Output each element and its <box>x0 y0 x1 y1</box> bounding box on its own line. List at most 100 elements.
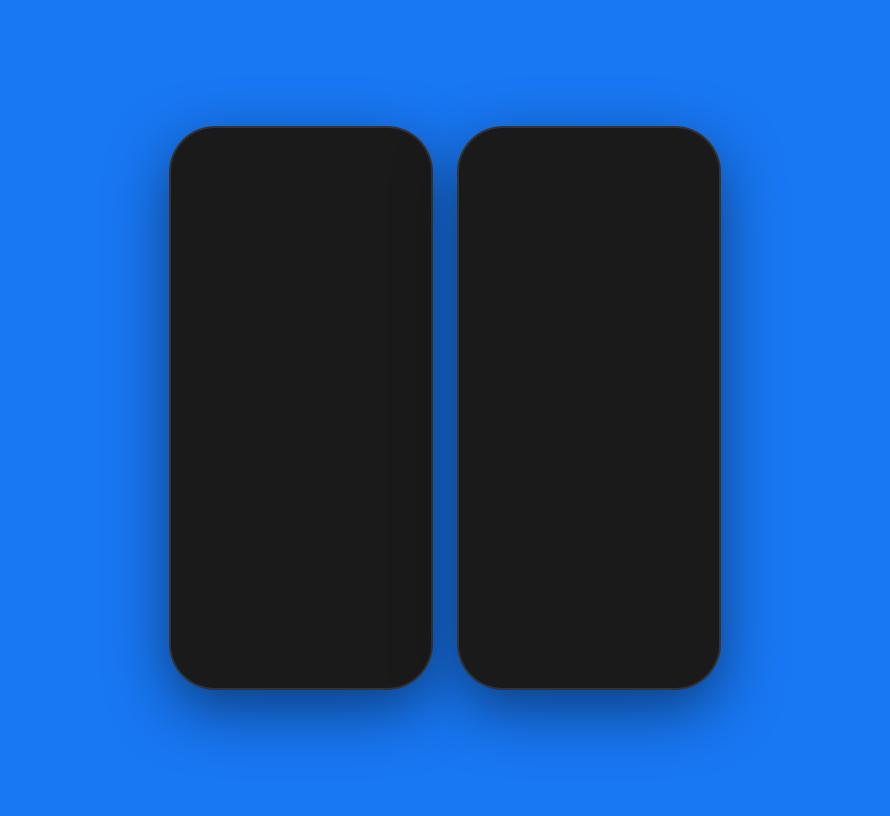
invite-button[interactable]: 👤+ Invite <box>304 430 409 460</box>
nav-menu-2[interactable]: ≡ <box>662 641 711 666</box>
wifi-icon-2: ∿ <box>664 148 672 159</box>
nav-title-2: Leaderboard <box>526 174 611 192</box>
lb-avatar-2 <box>481 300 517 336</box>
nav-home-2[interactable]: 🏠 <box>467 641 516 666</box>
lb-info-8: Fatih Tekin #8 <box>527 616 645 632</box>
leaderboard-item-7[interactable]: Sudarshan S. #7 148 <box>467 552 711 604</box>
settings-icon-2[interactable]: ⚙ <box>651 173 667 194</box>
lb-rank-7: #7 <box>527 579 645 592</box>
leaderboard-content: League Leaderboard Veronica Jones #1 195 <box>467 204 711 632</box>
lb-name-7: Sudarshan S. <box>527 564 645 579</box>
lb-name-3: Brandon Morales <box>527 356 645 371</box>
photo-button[interactable]: 🖼 Photo <box>264 582 339 610</box>
lb-rank-6: #6 <box>527 527 645 540</box>
discuss-label: Discuss <box>367 590 406 603</box>
search-icon-1[interactable] <box>391 172 409 195</box>
post-text: The Mets are going to win for sure! <box>235 667 409 678</box>
discuss-icon: 💬 <box>345 588 362 604</box>
post-author-name: Drew Young <box>235 627 387 642</box>
leaderboard-item-2[interactable]: Patricia Ramírez #2 180 <box>467 292 711 344</box>
lb-avatar-3 <box>481 352 517 388</box>
lb-avatar-1 <box>481 248 517 284</box>
back-button-1[interactable]: ‹ <box>193 171 199 195</box>
status-bar-1: 2:04 ▲▲▲ ∿ ▐▌ <box>179 138 423 165</box>
status-icons-2: ▲▲▲ ∿ ▐▌ <box>631 148 691 159</box>
back-button-2[interactable]: ‹ <box>481 171 487 195</box>
nav-icons-1: ⚙ <box>363 172 409 195</box>
lb-name-1: Veronica Jones <box>527 252 645 267</box>
leaderboard-item-8[interactable]: Fatih Tekin #8 135 <box>467 604 711 632</box>
dropdown-icon: ▾ <box>275 437 282 453</box>
live-button[interactable]: 📹 Live <box>189 582 264 610</box>
signal-icon-2: ▲▲▲ <box>631 148 661 159</box>
nav-header-1: ‹ ⚙ <box>179 165 423 204</box>
post-header: Drew Young 1h · 🌐 ··· <box>193 627 409 661</box>
time-2: 2:04 <box>487 146 513 161</box>
leaderboard-title: League Leaderboard <box>481 214 697 234</box>
joined-button[interactable]: 👥 Joined ▾ <box>193 430 296 460</box>
active-indicator-2 <box>673 669 701 672</box>
lb-name-2: Patricia Ramírez <box>527 304 645 319</box>
joined-label: Joined <box>228 438 270 453</box>
lb-score-8: 135 <box>655 619 697 633</box>
leaderboard-item-1[interactable]: Veronica Jones #1 195 <box>467 240 711 292</box>
lb-score-4: 160 <box>655 411 697 434</box>
status-bar-2: 2:04 ▲▲▲ ∿ ▐▌ <box>467 138 711 165</box>
battery-icon-2: ▐▌ <box>677 148 691 159</box>
phone1: 2:04 ▲▲▲ ∿ ▐▌ ‹ ⚙ <box>171 128 431 688</box>
lb-name-6: Eduarda Lopes <box>527 512 645 527</box>
group-name: Fantasy Friends <box>193 344 409 365</box>
group-info: Fantasy Friends Private League · 50 Memb… <box>179 334 423 501</box>
settings-icon-1[interactable]: ⚙ <box>363 173 379 194</box>
post-meta: 1h · 🌐 <box>235 642 387 653</box>
group-meta: Private League · 50 Members <box>193 367 409 380</box>
signal-icon: ▲▲▲ <box>343 148 373 159</box>
lb-score-3: 170 <box>655 359 697 382</box>
leaderboard-button[interactable]: Leaderboard <box>256 468 363 495</box>
leaderboard-item-4[interactable]: Miguel Martínez #4 160 <box>467 396 711 448</box>
nav-bell-2[interactable]: 🔔 <box>613 641 662 666</box>
battery-icon: ▐▌ <box>389 148 403 159</box>
lb-info-5: Serag Fouad #5 <box>527 460 645 488</box>
lb-info-6: Eduarda Lopes #6 <box>527 512 645 540</box>
nav-icons-2: ⚙ <box>651 172 697 195</box>
leaderboard-item-5[interactable]: Serag Fouad #5 153 <box>467 448 711 500</box>
lb-avatar-8 <box>481 612 517 632</box>
photo-label: Photo <box>298 590 327 603</box>
lb-avatar-5 <box>481 456 517 492</box>
nav-header-2: ‹ Leaderboard ⚙ <box>467 165 711 204</box>
post-more-button[interactable]: ··· <box>395 627 409 648</box>
lb-name-5: Serag Fouad <box>527 460 645 475</box>
post-actions: 📹 Live 🖼 Photo 💬 Discuss <box>179 575 423 617</box>
leaderboard-item-6[interactable]: Eduarda Lopes #6 151 <box>467 500 711 552</box>
lb-score-2: 180 <box>655 307 697 330</box>
composer-input[interactable]: Write something... <box>235 535 409 566</box>
lb-info-3: Brandon Morales #3 <box>527 356 645 384</box>
nav-groups-2[interactable] <box>565 641 614 666</box>
leaderboard-list: Veronica Jones #1 195 Patricia Ramírez #… <box>467 240 711 632</box>
hero-image: ♪ ♪ <box>179 204 423 334</box>
lb-info-7: Sudarshan S. #7 <box>527 564 645 592</box>
photo-icon: 🖼 <box>275 588 293 604</box>
nav-video-2[interactable] <box>516 641 565 666</box>
discuss-button[interactable]: 💬 Discuss <box>338 582 413 610</box>
leaderboard-item-3[interactable]: Brandon Morales #3 170 <box>467 344 711 396</box>
lb-score-5: 153 <box>655 463 697 486</box>
feed-post: Drew Young 1h · 🌐 ··· The Mets are going… <box>179 617 423 678</box>
member-avatars: A B C D E F ··· <box>193 388 409 420</box>
play-button[interactable]: Play <box>193 468 248 495</box>
svg-text:♪: ♪ <box>259 220 266 235</box>
lb-score-1: 195 <box>655 255 697 278</box>
lb-score-6: 151 <box>655 515 697 538</box>
search-icon-2[interactable] <box>679 172 697 195</box>
lb-info-4: Miguel Martínez #4 <box>527 408 645 436</box>
svg-text:♪: ♪ <box>404 250 410 263</box>
divider-1 <box>179 509 423 517</box>
invite-label: Invite <box>354 438 388 453</box>
lb-rank-2: #2 <box>527 319 645 332</box>
composer-avatar <box>193 533 227 567</box>
phone1-screen: 2:04 ▲▲▲ ∿ ▐▌ ‹ ⚙ <box>179 138 423 678</box>
lb-rank-5: #5 <box>527 475 645 488</box>
member-more[interactable]: ··· <box>349 388 381 420</box>
time-1: 2:04 <box>199 146 225 161</box>
